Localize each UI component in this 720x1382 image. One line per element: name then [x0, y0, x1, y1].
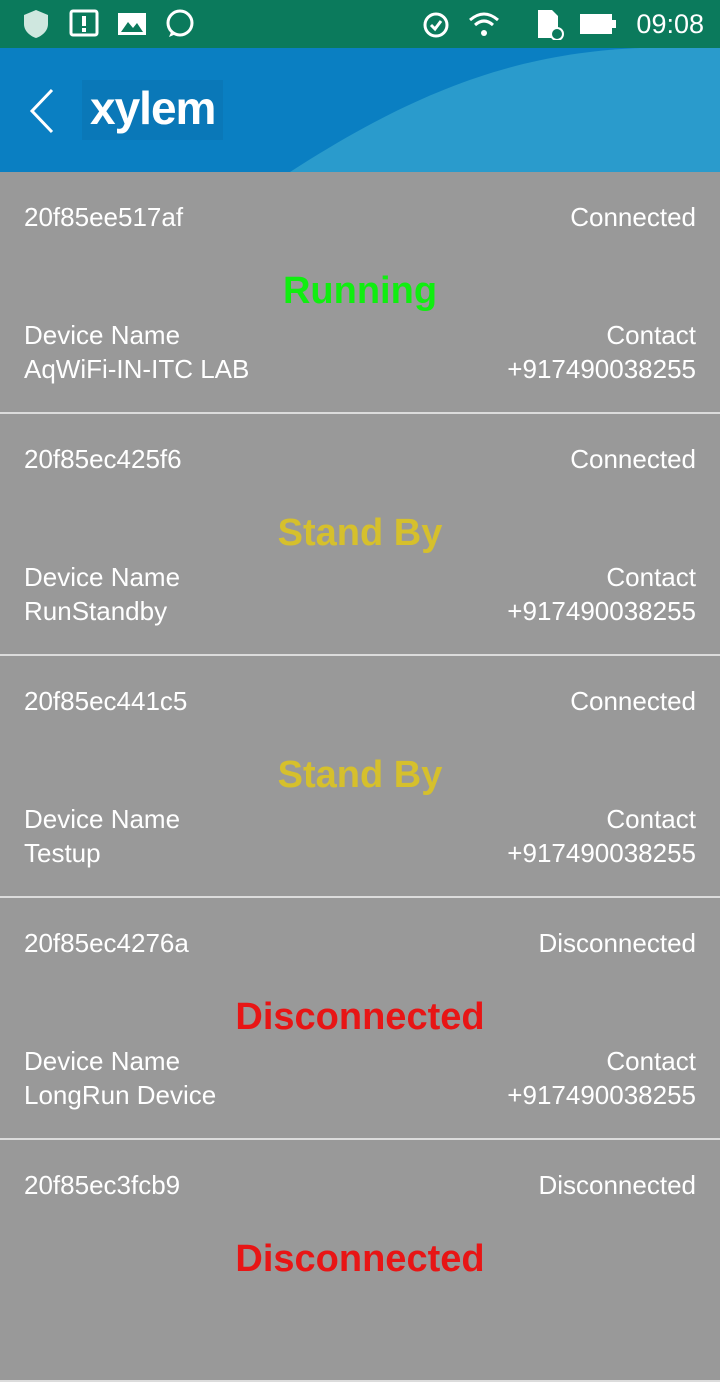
wifi-icon: [469, 12, 499, 36]
device-id: 20f85ee517af: [24, 202, 184, 232]
connection-status: Connected: [570, 686, 696, 716]
device-status: Disconnected: [235, 996, 485, 1038]
device-card[interactable]: 20f85ec425f6 Connected Stand By Device Na…: [0, 414, 720, 656]
connection-status: Disconnected: [538, 1170, 696, 1200]
device-name-label: Device Name: [24, 562, 181, 592]
connection-status: Connected: [570, 444, 696, 474]
device-list[interactable]: 20f85ee517af Connected Running Device Nam…: [0, 172, 720, 1382]
contact-number: +917490038255: [507, 838, 696, 868]
device-card[interactable]: 20f85ec4276a Disconnected Disconnected De…: [0, 898, 720, 1140]
device-card[interactable]: 20f85ee517af Connected Running Device Nam…: [0, 172, 720, 414]
device-id: 20f85ec3fcb9: [24, 1170, 181, 1200]
contact-number: +917490038255: [507, 354, 696, 384]
device-name: LongRun Device: [24, 1080, 217, 1110]
contact-label: Contact: [606, 320, 696, 350]
device-status: Stand By: [277, 754, 443, 796]
device-status: Disconnected: [235, 1238, 485, 1280]
shield-icon: [24, 10, 48, 38]
device-name-label: Device Name: [24, 1046, 181, 1076]
contact-number: +917490038255: [507, 596, 696, 626]
alert-icon: [69, 9, 99, 37]
image-icon: [118, 13, 146, 35]
device-name-label: Device Name: [24, 320, 181, 350]
contact-label: Contact: [606, 562, 696, 592]
device-status: Running: [282, 270, 438, 312]
connection-status: Connected: [570, 202, 696, 232]
device-name: Testup: [24, 838, 101, 868]
connection-status: Disconnected: [538, 928, 696, 958]
battery-icon: [580, 14, 616, 34]
device-id: 20f85ec425f6: [24, 444, 182, 474]
device-id: 20f85ec441c5: [24, 686, 188, 716]
app-header: xylem: [0, 48, 720, 172]
device-id: 20f85ec4276a: [24, 928, 189, 958]
device-name: RunStandby: [24, 596, 168, 626]
status-bar: 09:08: [0, 0, 720, 48]
clock: 09:08: [636, 9, 704, 39]
xylem-logo: xylem: [82, 80, 224, 140]
contact-label: Contact: [606, 1046, 696, 1076]
device-card[interactable]: 20f85ec441c5 Connected Stand By Device Na…: [0, 656, 720, 898]
device-name: AqWiFi-IN-ITC LAB: [24, 354, 250, 384]
chevron-left-icon[interactable]: [24, 86, 60, 136]
device-name-label: Device Name: [24, 804, 181, 834]
alarm-icon: [423, 12, 449, 38]
contact-label: Contact: [606, 804, 696, 834]
device-card[interactable]: 20f85ec3fcb9 Disconnected Disconnected: [0, 1140, 720, 1382]
whatsapp-icon: [166, 9, 194, 37]
sd-card-icon: [538, 10, 564, 40]
device-status: Stand By: [277, 512, 443, 554]
contact-number: +917490038255: [507, 1080, 696, 1110]
